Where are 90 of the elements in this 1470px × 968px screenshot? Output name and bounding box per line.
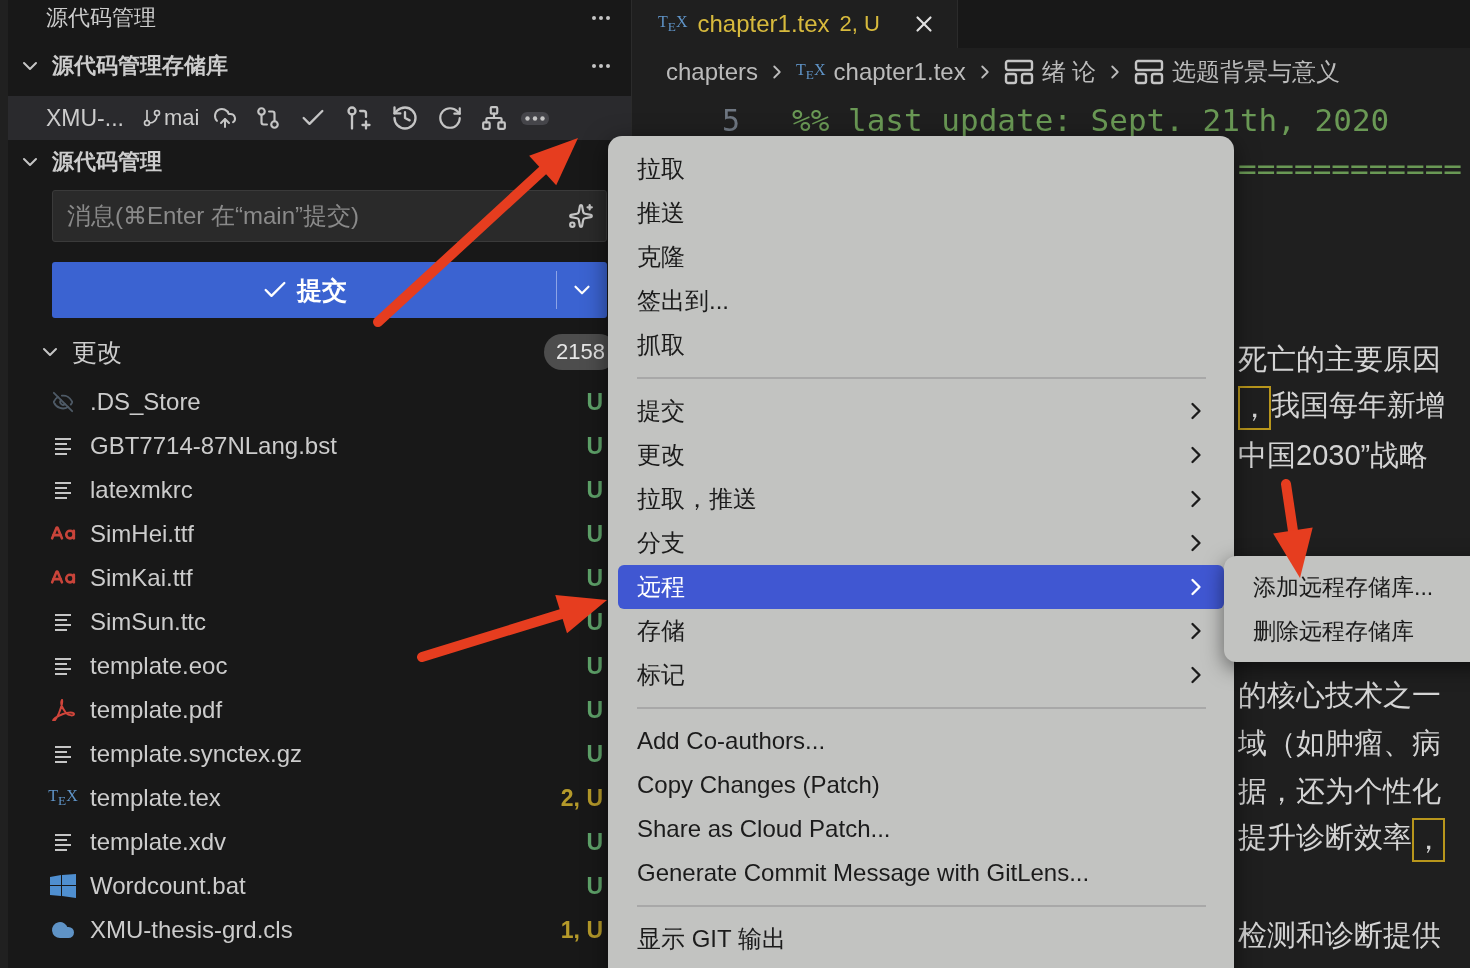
file-name[interactable]: SimKai.ttf <box>90 564 193 592</box>
pdf-file-icon <box>51 699 75 721</box>
file-lines-icon <box>54 613 72 631</box>
file-name[interactable]: template.pdf <box>90 696 223 724</box>
menu-item[interactable]: 远程 <box>618 565 1224 609</box>
file-status: U <box>586 872 603 900</box>
file-status: 1, U <box>560 916 603 944</box>
text-line: 中国2030”战略 <box>1238 438 1429 473</box>
symbol-icon <box>1003 59 1034 85</box>
section-title[interactable]: 源代码管理 <box>52 147 162 177</box>
file-status: U <box>586 740 603 768</box>
file-status: U <box>586 696 603 724</box>
symbol-icon <box>1134 59 1165 85</box>
text-line: 死亡的主要原因 <box>1238 342 1441 377</box>
text-line: 检测和诊断提供 <box>1238 918 1441 953</box>
menu-item[interactable]: 签出到... <box>618 279 1224 323</box>
file-name[interactable]: SimHei.ttf <box>90 520 194 548</box>
file-lines-icon <box>54 833 72 851</box>
tex-icon: T$_{E}$X <box>658 12 688 36</box>
menu-item[interactable]: 分支 <box>618 521 1224 565</box>
file-name[interactable]: template.synctex.gz <box>90 740 303 768</box>
more-icon <box>525 115 546 121</box>
message-field[interactable]: 消息(⌘Enter 在“main”提交) <box>65 201 568 231</box>
file-name[interactable]: latexmkrc <box>90 476 193 504</box>
eye-off-icon <box>52 391 74 413</box>
windows-icon <box>50 874 76 898</box>
breadcrumb[interactable]: chapter1.tex <box>833 58 966 86</box>
file-status: U <box>586 432 603 460</box>
file-status: 2, U <box>560 784 603 812</box>
breadcrumb[interactable]: 绪 论 <box>1041 56 1097 88</box>
menu-item[interactable]: Add Co-authors... <box>618 719 1224 763</box>
menu-item[interactable]: 标记 <box>618 653 1224 697</box>
tex-icon: T$_{E}$X <box>796 60 826 84</box>
text-line: 域（如肿瘤、病 <box>1238 726 1441 761</box>
file-status: U <box>586 608 603 636</box>
menu-item[interactable]: Copy Changes (Patch) <box>618 763 1224 807</box>
menu-item[interactable]: 拉取 <box>618 147 1224 191</box>
menu-item[interactable]: 抓取 <box>618 323 1224 367</box>
highlighted-punctuation: ， <box>1238 386 1271 430</box>
file-lines-icon <box>54 481 72 499</box>
code-line: ============ <box>1238 150 1462 186</box>
message-box[interactable]: 消息(⌘Enter 在“main”提交) <box>52 190 607 242</box>
text-line: 我国每年新增 <box>1271 388 1445 423</box>
file-name[interactable]: .DS_Store <box>90 388 201 416</box>
repository-name[interactable]: XMU-... <box>46 104 124 132</box>
menu-item[interactable]: Share as Cloud Patch... <box>618 807 1224 851</box>
text-line: 据，还为个性化 <box>1238 774 1441 809</box>
breadcrumb[interactable]: 选题背景与意义 <box>1172 56 1341 88</box>
menu-item[interactable]: 存储 <box>618 609 1224 653</box>
more-button[interactable] <box>521 111 550 125</box>
file-name[interactable]: template.tex <box>90 784 221 812</box>
branch-icon <box>141 108 162 128</box>
menu-item[interactable]: 提交 <box>618 389 1224 433</box>
file-status: U <box>586 828 603 856</box>
menu-item[interactable]: 更改 <box>618 433 1224 477</box>
editor-tab[interactable]: T$_{E}$X chapter1.tex 2, U <box>632 0 958 48</box>
file-status: U <box>586 652 603 680</box>
commit-button[interactable]: 提交 <box>52 262 607 318</box>
highlighted-punctuation: ， <box>1412 818 1445 862</box>
panel-title: 源代码管理 <box>46 4 156 32</box>
file-name[interactable]: XMU-thesis-grd.cls <box>90 916 293 944</box>
file-lines-icon <box>54 657 72 675</box>
text-line: 的核心技术之一 <box>1238 678 1441 713</box>
file-status: U <box>586 388 603 416</box>
menu-item[interactable]: 显示 GIT 输出 <box>618 917 1224 961</box>
menu-item[interactable]: 克隆 <box>618 235 1224 279</box>
file-status: U <box>586 564 603 592</box>
changes-title[interactable]: 更改 <box>72 335 122 369</box>
file-name[interactable]: template.xdv <box>90 828 227 856</box>
menu-item[interactable]: 推送 <box>618 191 1224 235</box>
file-lines-icon <box>54 437 72 455</box>
file-name[interactable]: SimSun.ttc <box>90 608 207 636</box>
menu-item[interactable]: 删除远程存储库 <box>1224 609 1470 653</box>
file-name[interactable]: template.eoc <box>90 652 228 680</box>
code-comment: %% last update: Sept. 21th, 2020 <box>792 102 1390 138</box>
menu-item[interactable]: 拉取，推送 <box>618 477 1224 521</box>
text-line: 提升诊断效率 <box>1238 820 1412 855</box>
branch-button[interactable]: mai <box>141 105 200 131</box>
tex-icon: T$_{E}$X <box>48 786 78 810</box>
file-name[interactable]: GBT7714-87NLang.bst <box>90 432 337 460</box>
file-status: U <box>586 520 603 548</box>
menu-item[interactable]: Generate Commit Message with GitLens... <box>618 851 1224 895</box>
file-name[interactable]: Wordcount.bat <box>90 872 246 900</box>
section-title[interactable]: 源代码管理存储库 <box>52 51 228 81</box>
file-status: U <box>586 476 603 504</box>
breadcrumb[interactable]: chapters <box>666 58 759 86</box>
file-lines-icon <box>54 745 72 763</box>
line-number: 5 <box>720 102 740 138</box>
sparkle-icon[interactable] <box>568 203 594 229</box>
menu-item[interactable]: 添加远程存储库... <box>1224 565 1470 609</box>
